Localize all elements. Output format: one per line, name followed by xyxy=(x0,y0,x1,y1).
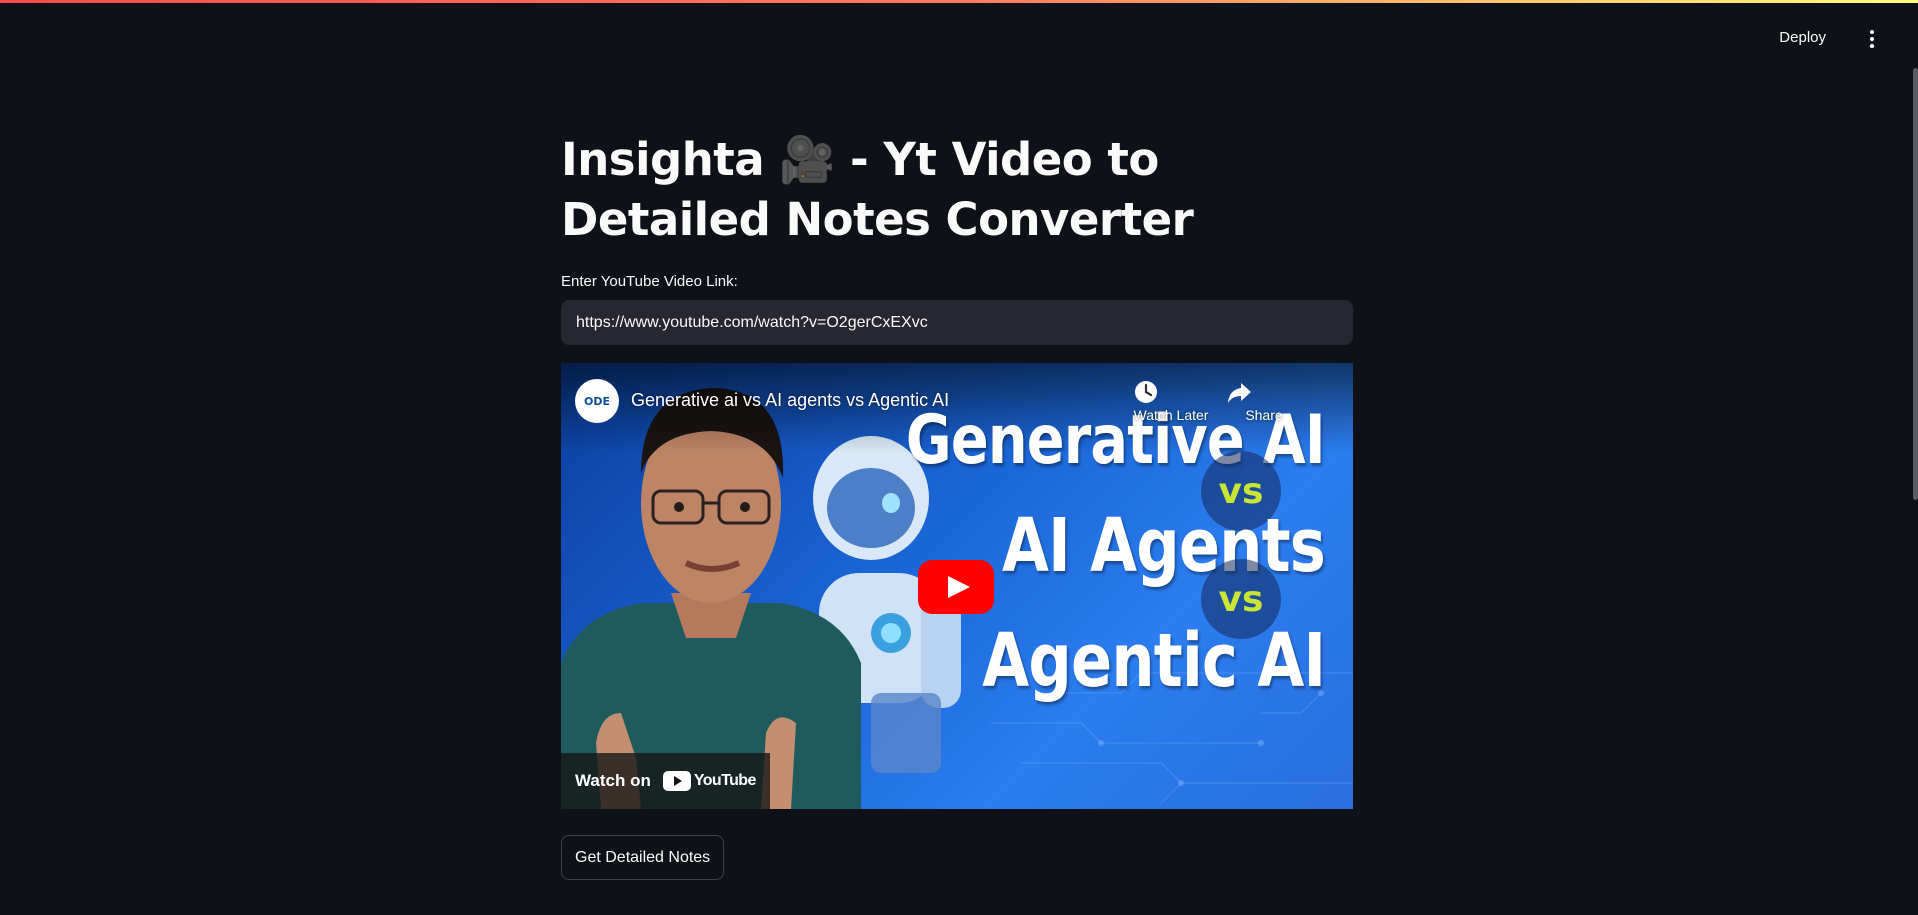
kebab-menu-icon[interactable] xyxy=(1862,30,1882,54)
watch-on-label: Watch on xyxy=(575,771,651,790)
scrollbar[interactable] xyxy=(1913,68,1918,500)
thumbnail-text-line2: AI Agents xyxy=(1001,503,1326,589)
youtube-play-icon xyxy=(662,771,691,791)
share-arrow-icon xyxy=(1228,383,1251,403)
youtube-link-input[interactable] xyxy=(561,300,1353,345)
link-input-label: Enter YouTube Video Link: xyxy=(561,273,738,290)
video-title-link[interactable]: Generative ai vs AI agents vs Agentic AI xyxy=(631,390,949,411)
watch-later-label: Watch Later xyxy=(1133,407,1209,423)
youtube-embed[interactable]: Generative AI vs AI Agents vs Agentic AI… xyxy=(561,363,1353,809)
youtube-wordmark: YouTube xyxy=(693,772,756,789)
channel-logo-text: ODE xyxy=(584,394,610,408)
thumbnail-text-line3: Agentic AI xyxy=(981,618,1326,704)
watch-on-youtube-link[interactable]: Watch on YouTube xyxy=(561,753,770,809)
share-label: Share xyxy=(1245,407,1283,423)
clock-icon xyxy=(1135,381,1157,403)
watch-later-button[interactable]: Watch Later xyxy=(1131,377,1211,423)
channel-avatar[interactable]: ODE xyxy=(575,379,619,423)
get-detailed-notes-button[interactable]: Get Detailed Notes xyxy=(561,835,725,880)
share-button[interactable]: Share xyxy=(1224,377,1304,423)
app-header: Deploy xyxy=(0,3,1918,78)
page-title: Insighta 🎥 - Yt Video to Detailed Notes … xyxy=(561,133,1194,246)
deploy-button[interactable]: Deploy xyxy=(1779,29,1826,46)
play-button-icon[interactable] xyxy=(918,560,994,614)
youtube-logo: YouTube xyxy=(662,771,756,791)
